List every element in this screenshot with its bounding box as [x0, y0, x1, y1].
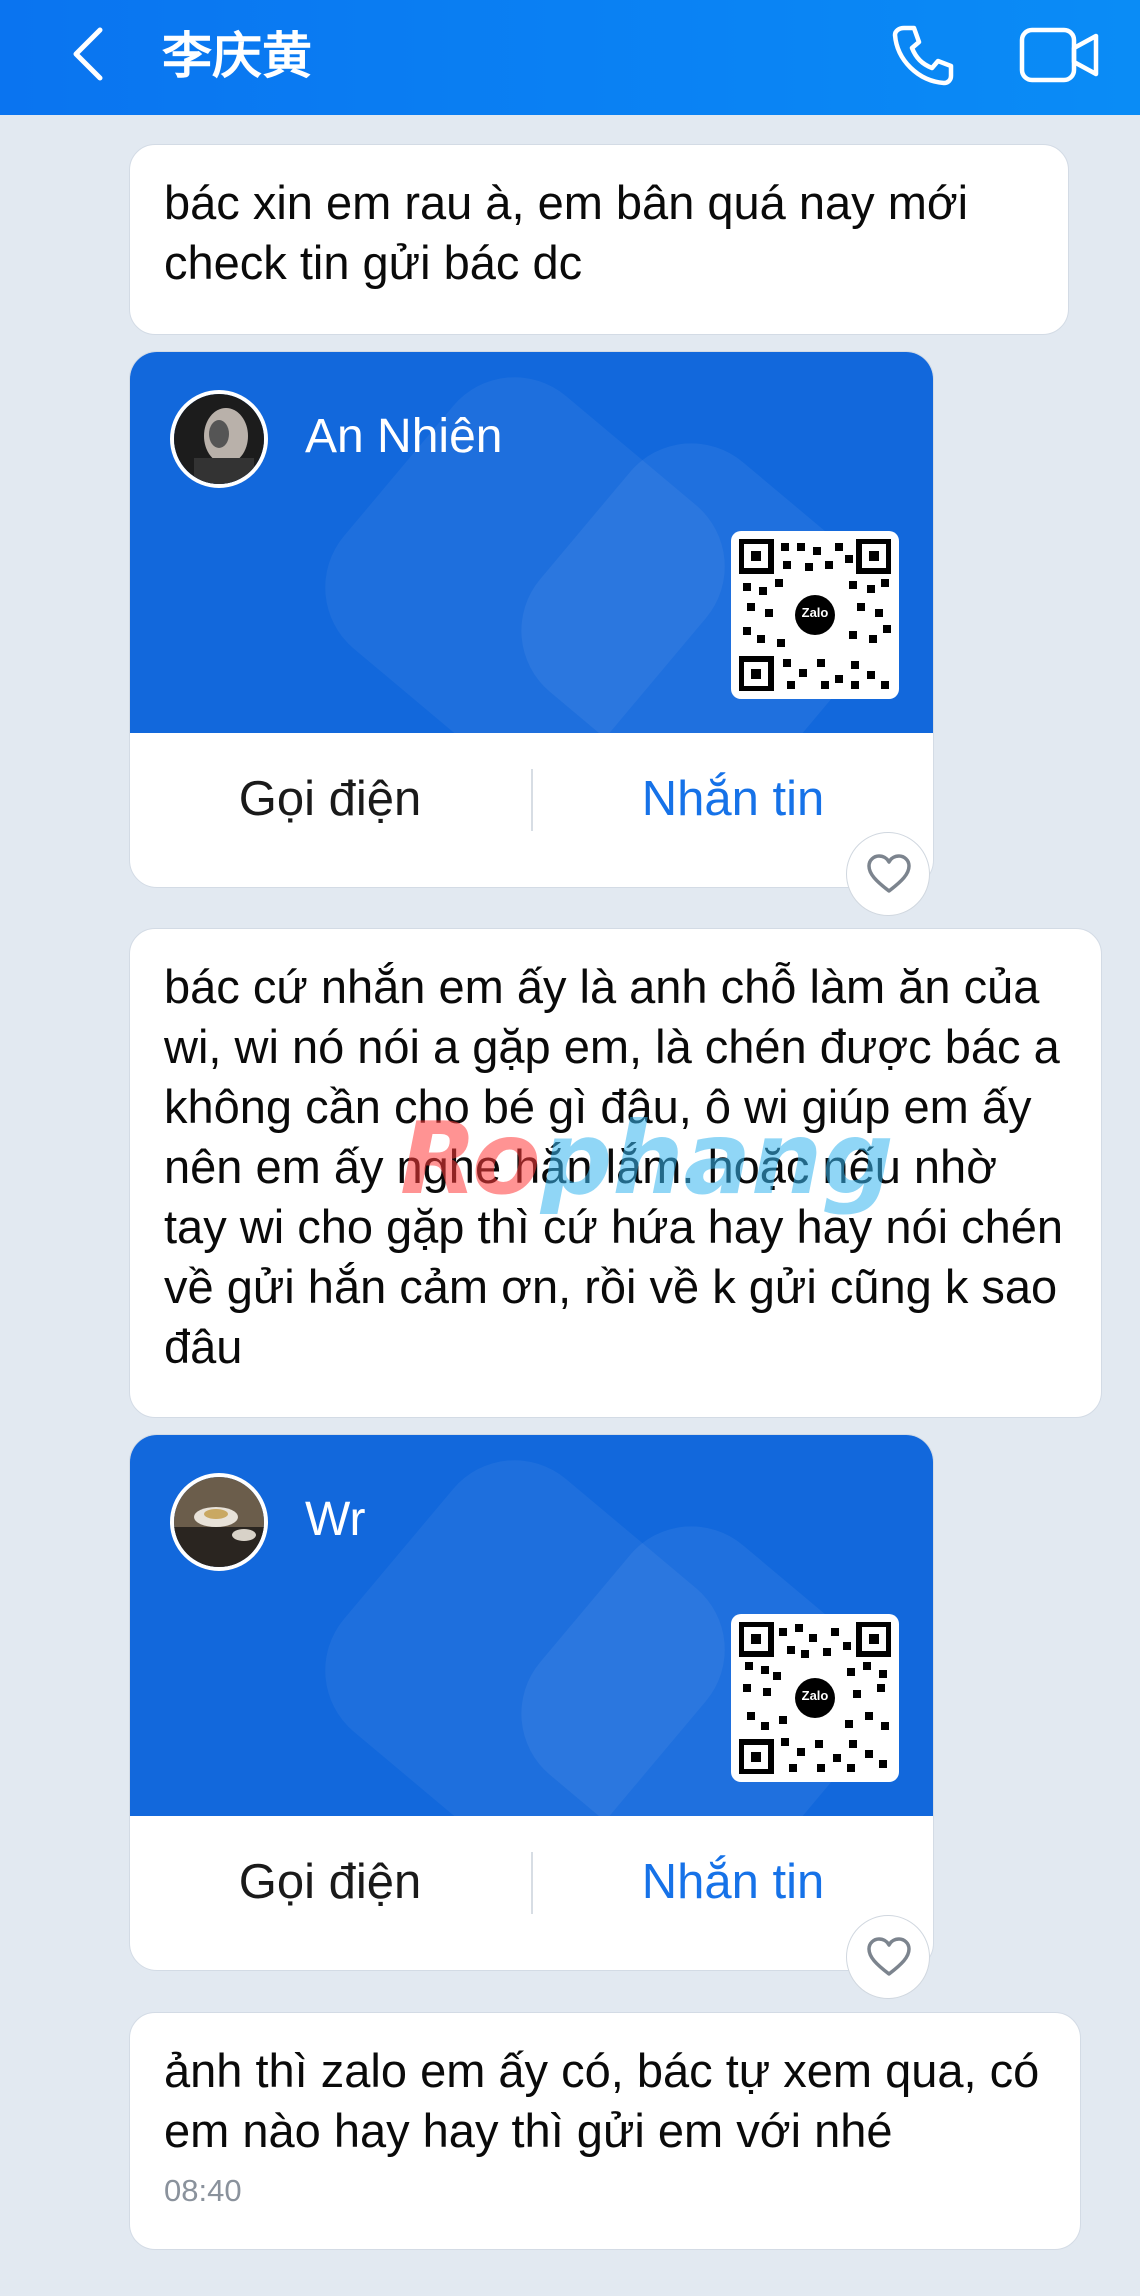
contact-card-header: An Nhiên Zalo	[130, 352, 933, 733]
watermark-part: phang	[540, 1100, 894, 1217]
message-bubble[interactable]: ảnh thì zalo em ấy có, bác tự xem qua, c…	[129, 2012, 1081, 2250]
contact-card[interactable]: Wr Zalo Gọi điện Nhắn tin	[129, 1434, 934, 1971]
message-text: ảnh thì zalo em ấy có, bác tự xem qua, c…	[164, 2044, 1040, 2157]
video-camera-icon	[1019, 27, 1099, 83]
qr-code[interactable]: Zalo	[731, 1614, 899, 1782]
voice-call-button[interactable]	[888, 20, 958, 90]
contact-card-header: Wr Zalo	[130, 1435, 933, 1816]
video-call-button[interactable]	[1018, 20, 1102, 90]
qr-label: Zalo	[801, 605, 829, 620]
avatar[interactable]	[170, 1473, 268, 1571]
heart-icon	[867, 1937, 911, 1976]
qr-label: Zalo	[801, 1688, 829, 1703]
message-button[interactable]: Nhắn tin	[533, 1852, 933, 1912]
message-button[interactable]: Nhắn tin	[533, 769, 933, 829]
watermark-logo: Rophang	[400, 1100, 894, 1217]
contact-card-actions: Gọi điện Nhắn tin	[130, 1816, 933, 1970]
call-button[interactable]: Gọi điện	[130, 1852, 530, 1912]
phone-icon	[892, 25, 954, 86]
avatar[interactable]	[170, 390, 268, 488]
message-bubble[interactable]: bác xin em rau à, em bân quá nay mới che…	[129, 144, 1069, 335]
chat-header: 李庆黄	[0, 0, 1140, 115]
react-button[interactable]	[846, 832, 930, 916]
chat-title: 李庆黄	[162, 27, 312, 85]
watermark-part: Ro	[400, 1100, 541, 1217]
qr-code[interactable]: Zalo	[731, 531, 899, 699]
chevron-left-icon	[73, 27, 103, 81]
message-text: bác xin em rau à, em bân quá nay mới che…	[164, 176, 969, 289]
message-timestamp: 08:40	[164, 2173, 242, 2208]
contact-card-actions: Gọi điện Nhắn tin	[130, 733, 933, 887]
react-button[interactable]	[846, 1915, 930, 1999]
heart-icon	[867, 854, 911, 893]
back-button[interactable]	[62, 24, 122, 84]
contact-card[interactable]: An Nhiên Zalo Gọi điện Nhắn tin	[129, 351, 934, 888]
call-button[interactable]: Gọi điện	[130, 769, 530, 829]
contact-name: Wr	[305, 1493, 366, 1546]
contact-name: An Nhiên	[305, 410, 503, 463]
